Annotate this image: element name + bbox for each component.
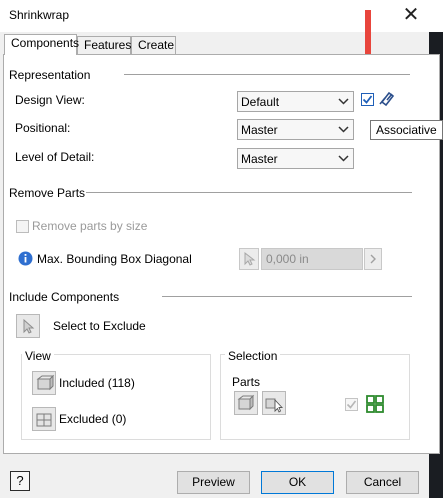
include-components-divider (162, 296, 412, 297)
parts-label: Parts (232, 375, 261, 389)
excluded-parts-icon (36, 413, 52, 427)
level-of-detail-label: Level of Detail: (15, 150, 95, 164)
chevron-down-icon (338, 126, 349, 133)
tab-features[interactable]: Features (77, 36, 131, 55)
window-title: Shrinkwrap (9, 8, 70, 22)
help-button[interactable]: ? (10, 471, 30, 491)
preview-button[interactable]: Preview (177, 471, 250, 494)
excluded-count-label: Excluded (0) (59, 412, 127, 426)
chevron-down-icon (338, 98, 349, 105)
positional-value: Master (241, 123, 278, 137)
view-excluded-button[interactable] (32, 407, 56, 431)
view-group-heading: View (22, 349, 54, 363)
cancel-button[interactable]: Cancel (346, 471, 419, 494)
selection-checkbox[interactable] (345, 398, 358, 411)
remove-parts-divider (86, 192, 412, 193)
cursor-icon (244, 251, 256, 266)
design-view-select[interactable]: Default (237, 91, 354, 112)
representation-heading: Representation (9, 68, 91, 82)
associative-tooltip: Associative (370, 120, 443, 140)
chevron-down-icon (338, 155, 349, 162)
ok-button[interactable]: OK (261, 471, 334, 494)
info-icon (18, 251, 33, 266)
part-select-icon (237, 394, 255, 411)
close-icon: ✕ (402, 4, 420, 26)
select-parts-button[interactable] (234, 391, 258, 415)
close-button[interactable]: ✕ (401, 4, 421, 26)
max-bounding-box-label: Max. Bounding Box Diagonal (37, 252, 192, 266)
max-bounding-box-input[interactable]: 0,000 in (261, 248, 363, 270)
view-included-button[interactable] (32, 371, 56, 395)
part-cursor-icon (265, 398, 284, 413)
remove-parts-heading: Remove Parts (9, 186, 86, 200)
tab-components[interactable]: Components (4, 34, 79, 55)
design-view-value: Default (241, 95, 280, 109)
grid-select-icon[interactable] (366, 395, 384, 413)
positional-select[interactable]: Master (237, 119, 354, 140)
chevron-right-icon (370, 254, 376, 264)
select-to-exclude-button[interactable] (16, 314, 40, 338)
tab-create[interactable]: Create (131, 36, 176, 55)
checkmark-icon (362, 95, 373, 104)
level-of-detail-select[interactable]: Master (237, 148, 354, 169)
checkmark-icon (346, 400, 357, 409)
remove-parts-checkbox[interactable] (16, 220, 29, 233)
positional-label: Positional: (15, 121, 71, 135)
included-parts-icon (36, 374, 55, 391)
chain-link-icon (379, 91, 395, 107)
level-of-detail-value: Master (241, 152, 278, 166)
included-count-label: Included (118) (59, 376, 135, 390)
select-part-cursor-button[interactable] (262, 391, 286, 415)
selection-group-heading: Selection (225, 349, 281, 363)
design-view-label: Design View: (15, 93, 85, 107)
pick-size-button[interactable] (239, 248, 259, 270)
representation-divider (124, 74, 410, 75)
associative-checkbox[interactable] (361, 93, 374, 106)
units-flyout-button[interactable] (364, 248, 382, 270)
include-components-heading: Include Components (9, 290, 120, 304)
select-to-exclude-label: Select to Exclude (53, 319, 146, 333)
help-icon: ? (16, 473, 24, 488)
remove-parts-checkbox-label: Remove parts by size (32, 219, 148, 233)
cursor-icon (23, 318, 35, 334)
